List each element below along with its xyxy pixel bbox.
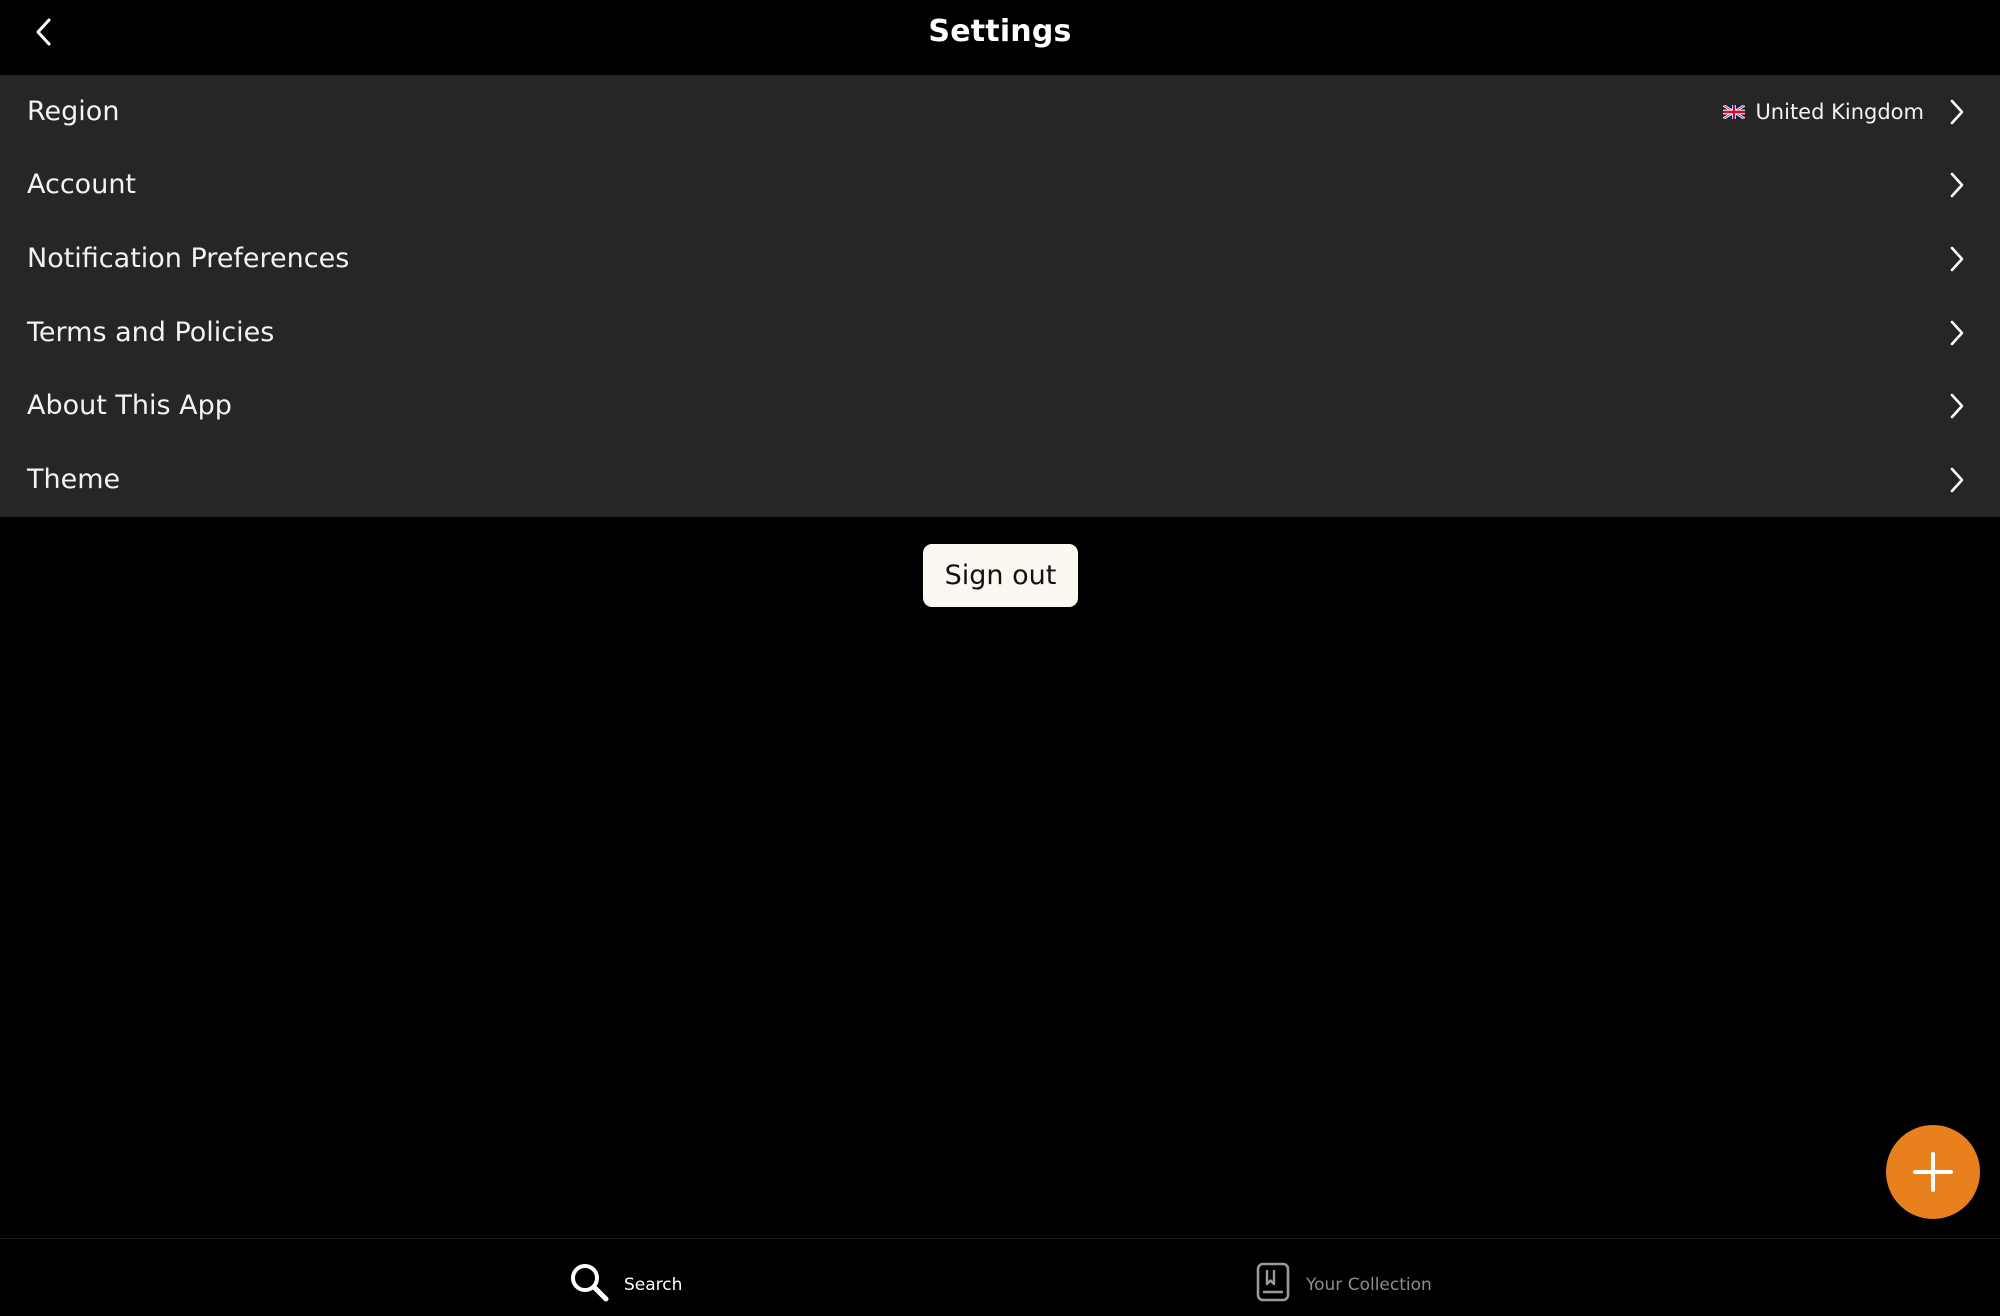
region-value: United Kingdom (1723, 100, 1924, 124)
chevron-right-icon (1944, 172, 1970, 198)
row-right: United Kingdom (1723, 99, 1970, 125)
chevron-right-icon (1944, 393, 1970, 419)
settings-row-label: Theme (27, 463, 121, 495)
row-right (1944, 467, 1970, 493)
header-bar: Settings (0, 0, 2000, 74)
settings-row-region[interactable]: Region United Kingdom (0, 75, 2000, 149)
nav-tab-search[interactable]: Search (568, 1261, 682, 1303)
plus-icon (1913, 1152, 1953, 1192)
collection-book-icon (1256, 1262, 1290, 1302)
nav-tab-label: Search (624, 1275, 683, 1295)
row-right (1944, 393, 1970, 419)
settings-row-label: Region (27, 95, 120, 127)
chevron-right-icon (1944, 99, 1970, 125)
chevron-right-icon (1944, 467, 1970, 493)
settings-row-label: Account (27, 169, 137, 201)
row-right (1944, 320, 1970, 346)
settings-row-terms-and-policies[interactable]: Terms and Policies (0, 296, 2000, 370)
nav-tab-your-collection[interactable]: Your Collection (1254, 1261, 1432, 1303)
settings-row-theme[interactable]: Theme (0, 443, 2000, 517)
settings-list: Region United Kingdom Account Notificati… (0, 75, 2000, 517)
nav-tab-label: Your Collection (1306, 1275, 1432, 1295)
row-right (1944, 172, 1970, 198)
chevron-right-icon (1944, 246, 1970, 272)
settings-row-account[interactable]: Account (0, 149, 2000, 223)
row-right (1944, 246, 1970, 272)
sign-out-button[interactable]: Sign out (923, 544, 1078, 607)
settings-row-notification-preferences[interactable]: Notification Preferences (0, 222, 2000, 296)
add-button[interactable] (1886, 1125, 1980, 1219)
settings-row-about-this-app[interactable]: About This App (0, 369, 2000, 443)
chevron-right-icon (1944, 320, 1970, 346)
page-title: Settings (928, 14, 1072, 49)
settings-row-label: About This App (27, 390, 232, 422)
settings-screen: Settings Region United Kingdom Account N… (0, 0, 2000, 1316)
uk-flag-icon (1723, 104, 1746, 119)
region-value-text: United Kingdom (1755, 99, 1924, 124)
settings-row-label: Notification Preferences (27, 242, 350, 274)
search-icon (571, 1264, 609, 1302)
bottom-nav: Search Your Collection (0, 1238, 2000, 1316)
settings-row-label: Terms and Policies (27, 316, 275, 348)
